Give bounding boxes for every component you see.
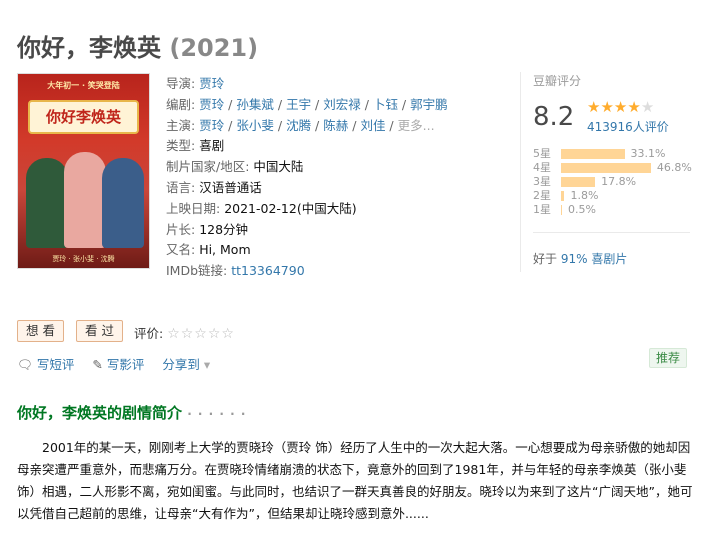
rating-bar-percent: 0.5% bbox=[568, 203, 596, 216]
rating-bar-row: 4星 46.8% bbox=[533, 161, 692, 175]
recommend-button[interactable]: 推荐 bbox=[649, 348, 688, 368]
action-links: 🗨 写短评 ✎ 写影评 分享到 ▾ bbox=[17, 354, 228, 373]
rating-bar-label: 2星 bbox=[533, 189, 551, 202]
movie-name: 你好，李焕英 bbox=[17, 34, 161, 62]
write-short-review-link[interactable]: 写短评 bbox=[37, 357, 75, 372]
writer-link[interactable]: 刘宏禄 bbox=[323, 97, 361, 112]
movie-year: (2021) bbox=[169, 34, 259, 62]
page-title: 你好，李焕英 (2021) bbox=[17, 28, 258, 63]
writer-link[interactable]: 孙集斌 bbox=[236, 97, 274, 112]
rating-bar-fill bbox=[561, 205, 562, 215]
rating-bar-row: 3星 17.8% bbox=[533, 175, 692, 189]
rating-score: 8.2 bbox=[533, 102, 575, 132]
cast-link[interactable]: 贾玲 bbox=[199, 118, 224, 133]
genre-row: 类型: 喜剧 bbox=[166, 138, 225, 154]
rating-breakdown: 5星 33.1% 4星 46.8% 3星 17.8% 2星 1.8% 1星 0.5% bbox=[533, 147, 692, 217]
better-than: 好于 91% 喜剧片 bbox=[533, 252, 628, 266]
share-link[interactable]: 分享到 bbox=[162, 357, 200, 372]
rating-bar-fill bbox=[561, 191, 565, 201]
summary-text: 2001年的某一天，刚刚考上大学的贾晓玲（贾玲 饰）经历了人生中的一次大起大落。… bbox=[17, 440, 693, 521]
rate-label: 评价: bbox=[134, 326, 168, 341]
user-rating: 评价: ☆☆☆☆☆ bbox=[134, 323, 235, 342]
genre-value: 喜剧 bbox=[199, 138, 225, 154]
cast-row: 主演: 贾玲 / 张小斐 / 沈腾 / 陈赫 / 刘佳 / 更多... bbox=[166, 117, 435, 133]
rating-panel: 豆瓣评分 8.2 ★★★★★ 413916人评价 5星 33.1% 4星 46.8% 3… bbox=[520, 72, 692, 272]
language-value: 汉语普通话 bbox=[199, 179, 262, 195]
rating-bar-label: 3星 bbox=[533, 175, 551, 188]
rating-bar-percent: 33.1% bbox=[630, 147, 666, 160]
rating-bar-fill bbox=[561, 177, 596, 187]
rating-bar-percent: 17.8% bbox=[601, 175, 637, 188]
poster-figures bbox=[26, 148, 144, 248]
movie-poster[interactable]: 大年初一 · 笑哭登陆 你好李焕英 贾玲 · 张小斐 · 沈腾 bbox=[17, 73, 150, 269]
aka-value: Hi, Mom bbox=[199, 242, 251, 258]
language-row: 语言: 汉语普通话 bbox=[166, 179, 262, 195]
cast-link[interactable]: 张小斐 bbox=[236, 118, 274, 133]
poster-title: 你好李焕英 bbox=[28, 100, 139, 134]
writer-row: 编剧: 贾玲 / 孙集斌 / 王宇 / 刘宏禄 / 卜钰 / 郭宇鹏 bbox=[166, 96, 448, 112]
rating-divider bbox=[533, 232, 690, 233]
rating-bar-row: 1星 0.5% bbox=[533, 203, 692, 217]
writer-link[interactable]: 贾玲 bbox=[199, 97, 224, 112]
pencil-icon: ✎ bbox=[92, 357, 103, 372]
imdb-link[interactable]: tt13364790 bbox=[231, 263, 304, 278]
rating-bar-label: 5星 bbox=[533, 147, 551, 160]
movie-info: 导演: 贾玲 编剧: 贾玲 / 孙集斌 / 王宇 / 刘宏禄 / 卜钰 / 郭宇… bbox=[166, 74, 496, 282]
writer-link[interactable]: 卜钰 bbox=[373, 97, 398, 112]
better-than-link[interactable]: 91% 喜剧片 bbox=[561, 252, 628, 266]
star-icon: ★ bbox=[640, 98, 655, 116]
imdb-row: IMDb链接: tt13364790 bbox=[166, 263, 305, 279]
poster-bottom-text: 贾玲 · 张小斐 · 沈腾 bbox=[52, 255, 115, 263]
country-value: 中国大陆 bbox=[253, 159, 304, 175]
star-icon: ★ bbox=[627, 98, 641, 116]
rating-bar-label: 4星 bbox=[533, 161, 551, 174]
country-row: 制片国家/地区: 中国大陆 bbox=[166, 159, 304, 175]
runtime-row: 片长: 128分钟 bbox=[166, 221, 249, 237]
writer-link[interactable]: 郭宇鹏 bbox=[410, 97, 448, 112]
want-to-watch-button[interactable]: 想 看 bbox=[17, 320, 64, 342]
rating-bar-row: 2星 1.8% bbox=[533, 189, 692, 203]
cast-link[interactable]: 沈腾 bbox=[286, 118, 311, 133]
star-icon: ★ bbox=[600, 98, 614, 116]
rate-stars-input[interactable]: ☆☆☆☆☆ bbox=[167, 326, 235, 342]
chevron-down-icon: ▾ bbox=[203, 357, 211, 372]
star-icon: ★ bbox=[587, 98, 601, 116]
rating-stars: ★★★★★ bbox=[587, 98, 654, 116]
cast-more-link[interactable]: 更多... bbox=[398, 118, 435, 133]
rating-bar-fill bbox=[561, 163, 651, 173]
release-value: 2021-02-12(中国大陆) bbox=[224, 200, 357, 216]
comment-icon: 🗨 bbox=[17, 357, 33, 372]
release-row: 上映日期: 2021-02-12(中国大陆) bbox=[166, 200, 357, 216]
director-link[interactable]: 贾玲 bbox=[199, 76, 224, 91]
summary-title: 你好，李焕英的剧情简介 · · · · · · bbox=[17, 404, 247, 422]
director-row: 导演: 贾玲 bbox=[166, 76, 225, 91]
rating-bar-percent: 46.8% bbox=[656, 161, 692, 174]
cast-link[interactable]: 陈赫 bbox=[323, 118, 348, 133]
votes-link[interactable]: 413916人评价 bbox=[587, 118, 669, 135]
runtime-value: 128分钟 bbox=[199, 221, 249, 237]
rating-bar-percent: 1.8% bbox=[570, 189, 599, 202]
rating-bar-row: 5星 33.1% bbox=[533, 147, 692, 161]
star-icon: ★ bbox=[613, 98, 628, 116]
rating-title: 豆瓣评分 bbox=[533, 74, 582, 88]
writer-link[interactable]: 王宇 bbox=[286, 97, 311, 112]
rating-bar-label: 1星 bbox=[533, 203, 551, 216]
aka-row: 又名: Hi, Mom bbox=[166, 242, 251, 258]
poster-top-text: 大年初一 · 笑哭登陆 bbox=[47, 81, 120, 90]
rating-bar-fill bbox=[561, 149, 625, 159]
write-review-link[interactable]: 写影评 bbox=[107, 357, 145, 372]
cast-link[interactable]: 刘佳 bbox=[360, 118, 385, 133]
watched-button[interactable]: 看 过 bbox=[76, 320, 123, 342]
